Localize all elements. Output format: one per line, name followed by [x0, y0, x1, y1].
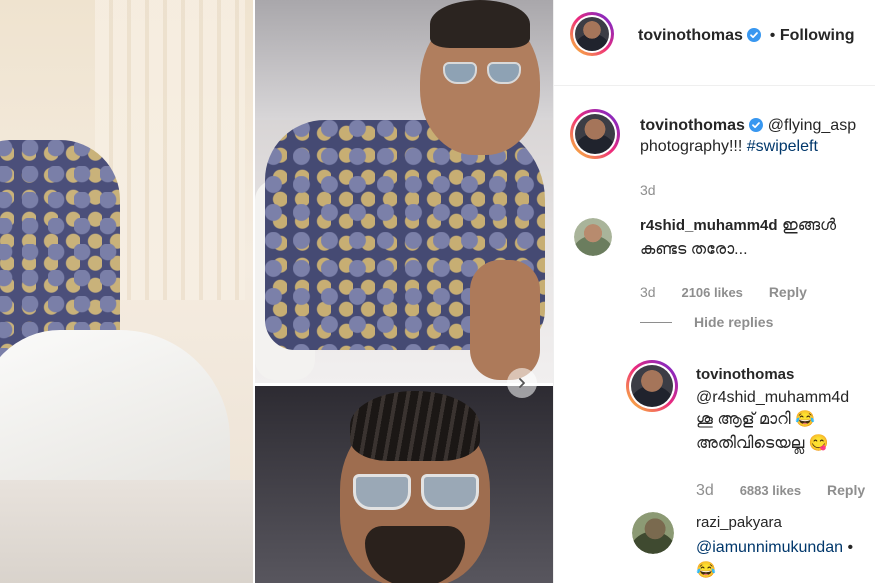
- comment-text-line-1: ഇങ്ങൾ: [782, 217, 837, 234]
- header-avatar[interactable]: [570, 12, 614, 56]
- reply-line: @iamunnimukundan •: [696, 537, 853, 559]
- reply-text-line-1: ശൂ ആള് മാറി 😂: [696, 411, 815, 428]
- caption-hashtag[interactable]: #swipeleft: [747, 138, 818, 155]
- reply-emoji: 😂: [696, 562, 716, 579]
- caption-mention[interactable]: @flying_asp: [768, 117, 856, 134]
- reply-avatar[interactable]: [626, 360, 678, 412]
- hide-replies-line: [640, 322, 672, 323]
- following-button[interactable]: Following: [780, 27, 855, 44]
- reply-meta: 3d 6883 likes Reply: [696, 482, 875, 500]
- comment-meta: 3d 2106 likes Reply: [640, 284, 829, 300]
- reply-username[interactable]: tovinothomas: [696, 366, 794, 383]
- collage-divider-vertical: [253, 0, 255, 583]
- photo-beard: [365, 526, 465, 583]
- photo-sunglasses: [443, 62, 523, 86]
- verified-badge-icon: [747, 28, 762, 42]
- caption-avatar[interactable]: [570, 109, 620, 159]
- reply-reply-button[interactable]: Reply: [827, 482, 865, 498]
- comment-likes[interactable]: 2106 likes: [681, 285, 742, 300]
- photo-hair: [430, 0, 530, 48]
- reply-likes[interactable]: 6883 likes: [740, 483, 801, 498]
- header-separator: •: [769, 27, 776, 44]
- comment-timestamp: 3d: [640, 284, 656, 300]
- carousel-next-button[interactable]: [507, 368, 537, 398]
- comment-reply-button[interactable]: Reply: [769, 284, 807, 300]
- caption-timestamp: 3d: [640, 182, 656, 198]
- reply-username[interactable]: razi_pakyara: [696, 514, 782, 531]
- post-media: [0, 0, 553, 583]
- reply-timestamp: 3d: [696, 482, 714, 499]
- caption-line-2: photography!!! #swipeleft: [640, 136, 818, 158]
- hide-replies-button[interactable]: Hide replies: [694, 314, 773, 330]
- caption-text: photography!!!: [640, 138, 743, 155]
- post-photo-left: [0, 0, 253, 583]
- comment-line-1: r4shid_muhamm4d ഇങ്ങൾ: [640, 215, 836, 237]
- caption-username[interactable]: tovinothomas: [640, 117, 745, 134]
- header-username[interactable]: tovinothomas: [638, 27, 743, 44]
- photo-hair: [350, 391, 480, 461]
- chevron-right-icon: [519, 378, 525, 388]
- reply-mention[interactable]: @r4shid_muhamm4d: [696, 387, 849, 409]
- comments-panel: tovinothomas • Following tovinothomas @f…: [553, 0, 875, 583]
- reply-avatar[interactable]: [632, 512, 674, 554]
- header-user-row: tovinothomas • Following: [638, 25, 855, 47]
- photo-arm: [470, 260, 540, 380]
- comment-avatar[interactable]: [574, 218, 612, 256]
- comment-text-line-2: കണ്ടട തരോ...: [640, 241, 748, 258]
- post-photo-bottom-right: [255, 386, 553, 583]
- reply-text-line-2: അതിവിടെയല്ല 😋: [696, 435, 829, 452]
- comment-username[interactable]: r4shid_muhamm4d: [640, 217, 778, 234]
- caption-line-1: tovinothomas @flying_asp: [640, 115, 856, 137]
- reply-separator: •: [847, 539, 854, 556]
- photo-bedsheet: [0, 480, 253, 583]
- post-header: tovinothomas • Following: [554, 0, 875, 86]
- reply-mention[interactable]: @iamunnimukundan: [696, 539, 843, 556]
- verified-badge-icon: [749, 118, 764, 132]
- post-photo-top-right: [255, 0, 553, 383]
- photo-sunglasses: [353, 474, 483, 514]
